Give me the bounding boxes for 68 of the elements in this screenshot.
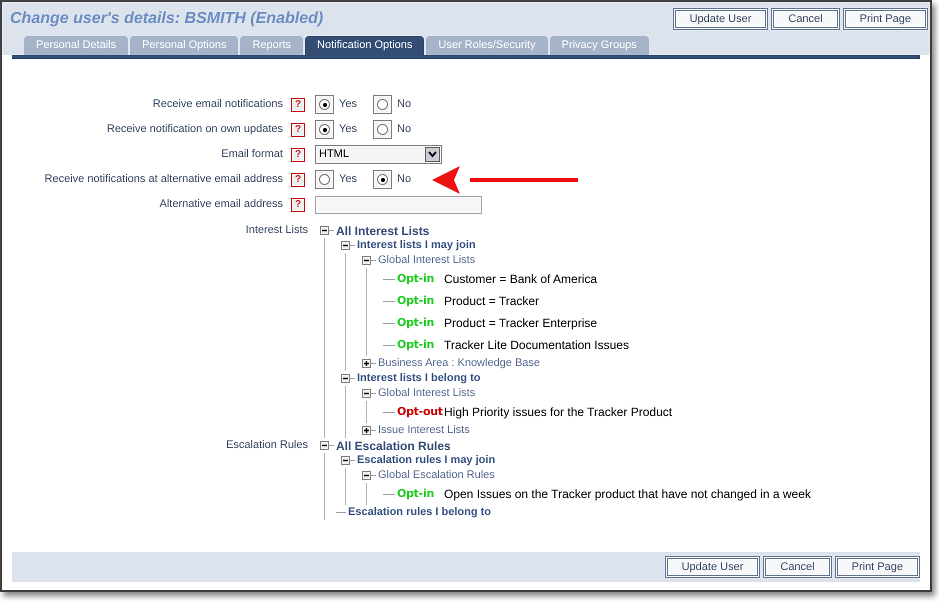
radio-button[interactable] bbox=[319, 99, 330, 110]
list-item: Tracker Lite Documentation Issues bbox=[444, 337, 629, 354]
collapse-icon[interactable] bbox=[362, 256, 371, 265]
collapse-icon[interactable] bbox=[341, 374, 350, 383]
tree-node[interactable]: Business Area : Knowledge Base bbox=[378, 355, 540, 372]
tab[interactable]: Notification Options bbox=[305, 36, 424, 55]
radio-label: No bbox=[397, 172, 412, 188]
field-label: Alternative email address bbox=[158, 197, 284, 212]
radio-button[interactable] bbox=[377, 124, 388, 135]
field-label: Receive email notifications bbox=[152, 97, 284, 112]
list-item: Open Issues on the Tracker product that have not changed in a week bbox=[444, 486, 811, 503]
status-tag: Opt-in bbox=[397, 292, 444, 310]
toolbar-button[interactable]: Print Page bbox=[842, 8, 928, 30]
help-icon[interactable]: ? bbox=[291, 198, 305, 212]
chevron-down-icon bbox=[425, 147, 440, 162]
radio-label: No bbox=[397, 122, 412, 138]
window-title: Change user's details: BSMITH (Enabled) bbox=[10, 8, 324, 28]
radio-label: Yes bbox=[339, 122, 357, 138]
status-tag: Opt-in bbox=[397, 336, 444, 354]
list-item: Product = Tracker Enterprise bbox=[444, 315, 598, 332]
radio-button[interactable] bbox=[319, 174, 330, 185]
tree-node[interactable]: All Interest Lists bbox=[336, 222, 430, 240]
email-input[interactable] bbox=[315, 196, 482, 214]
tree-label: Interest Lists bbox=[244, 223, 309, 238]
toolbar-button[interactable]: Print Page bbox=[834, 556, 920, 578]
help-icon[interactable]: ? bbox=[291, 122, 305, 136]
tree-node[interactable]: Interest lists I may join bbox=[357, 237, 476, 254]
help-icon[interactable]: ? bbox=[291, 172, 305, 186]
expand-icon[interactable] bbox=[362, 426, 371, 435]
collapse-icon[interactable] bbox=[362, 389, 371, 398]
list-item: Customer = Bank of America bbox=[444, 271, 598, 288]
radio-label: Yes bbox=[339, 97, 357, 112]
tree-node[interactable]: Global Interest Lists bbox=[378, 252, 476, 269]
collapse-icon[interactable] bbox=[341, 456, 350, 465]
radio-button[interactable] bbox=[377, 99, 388, 110]
radio-button[interactable] bbox=[319, 124, 330, 135]
radio-label: Yes bbox=[339, 172, 357, 188]
tree-node[interactable]: Global Interest Lists bbox=[378, 385, 476, 402]
collapse-icon[interactable] bbox=[362, 471, 371, 480]
radio-button[interactable] bbox=[377, 174, 388, 185]
collapse-icon[interactable] bbox=[320, 226, 329, 235]
tree-node[interactable]: All Escalation Rules bbox=[336, 436, 451, 454]
tree-node[interactable]: Escalation rules I belong to bbox=[348, 504, 492, 521]
tree-label: Escalation Rules bbox=[225, 438, 309, 453]
toolbar-button[interactable]: Cancel bbox=[763, 556, 832, 578]
status-tag: Opt-in bbox=[397, 314, 444, 332]
tree-node[interactable]: Issue Interest Lists bbox=[378, 422, 470, 439]
help-icon[interactable]: ? bbox=[291, 98, 305, 112]
tree-node[interactable]: Global Escalation Rules bbox=[378, 467, 495, 484]
collapse-icon[interactable] bbox=[320, 441, 329, 450]
list-item: High Priority issues for the Tracker Product bbox=[444, 404, 672, 421]
field-label: Receive notifications at alternative email address bbox=[44, 172, 284, 188]
toolbar-button[interactable]: Update User bbox=[664, 556, 760, 578]
field-label: Email format bbox=[220, 147, 284, 162]
tree-node[interactable]: Escalation rules I may join bbox=[357, 452, 496, 469]
radio-label: No bbox=[397, 97, 412, 112]
toolbar-button[interactable]: Update User bbox=[672, 8, 768, 30]
help-icon[interactable]: ? bbox=[291, 148, 305, 162]
toolbar-button[interactable]: Cancel bbox=[771, 8, 840, 30]
expand-icon[interactable] bbox=[362, 359, 371, 368]
status-tag: Opt-in bbox=[397, 486, 444, 502]
tree-node[interactable]: Interest lists I belong to bbox=[357, 370, 480, 387]
status-tag: Opt-out bbox=[397, 404, 444, 420]
format-dropdown[interactable]: HTML bbox=[315, 145, 442, 164]
status-tag: Opt-in bbox=[397, 270, 444, 288]
field-label: Receive notification on own updates bbox=[106, 122, 284, 138]
list-item: Product = Tracker bbox=[444, 293, 540, 310]
collapse-icon[interactable] bbox=[341, 241, 350, 250]
